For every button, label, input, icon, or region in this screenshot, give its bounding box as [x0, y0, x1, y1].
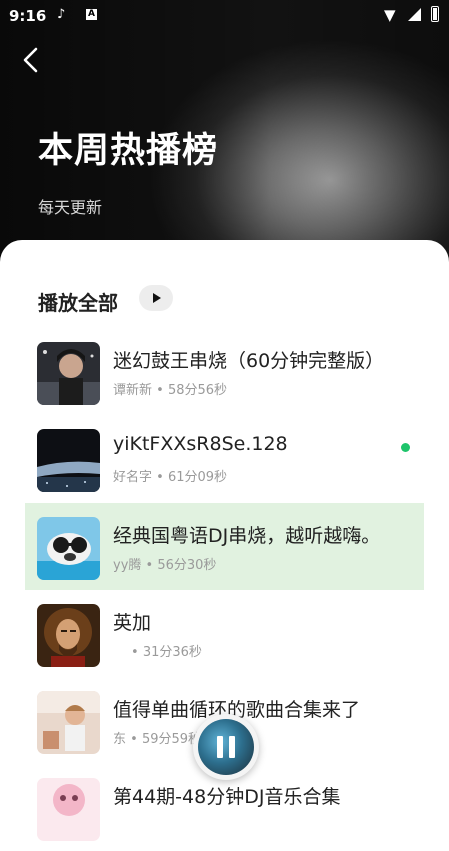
song-cover — [37, 778, 100, 841]
song-meta: 谭新新 • 58分56秒 — [113, 379, 227, 398]
meta-separator: • — [141, 558, 158, 573]
status-time: 9:16 — [9, 7, 47, 25]
meta-separator: • — [126, 732, 142, 747]
meta-separator: • — [152, 470, 168, 485]
song-title: 经典国粤语DJ串烧，越听越嗨。 — [113, 525, 381, 547]
song-duration: 61分09秒 — [167, 470, 228, 485]
song-duration: 31分36秒 — [142, 645, 202, 660]
song-title: yiKtFXXsR8Se.128 — [113, 433, 288, 455]
a-icon: A — [86, 9, 97, 20]
song-artist: 好名字 — [113, 470, 153, 485]
new-indicator-dot — [401, 443, 410, 452]
song-row[interactable]: 英加 • 31分36秒 — [25, 590, 424, 677]
song-cover — [37, 604, 100, 667]
song-row-active[interactable]: 经典国粤语DJ串烧，越听越嗨。 yy腾 • 56分30秒 — [25, 503, 424, 590]
play-all-button[interactable] — [139, 285, 173, 311]
song-meta: 东 • 59分59秒 — [113, 728, 201, 747]
battery-icon — [431, 6, 439, 22]
song-meta: • 31分36秒 — [131, 641, 202, 660]
play-all-label[interactable]: 播放全部 — [38, 287, 118, 316]
song-title: 迷幻鼓王串烧（60分钟完整版） — [113, 350, 385, 372]
song-artist: 东 — [113, 732, 127, 747]
song-cover — [37, 429, 100, 492]
song-meta: 好名字 • 61分09秒 — [113, 466, 227, 485]
song-cover — [37, 517, 100, 580]
song-meta: yy腾 • 56分30秒 — [113, 554, 216, 573]
song-duration: 56分30秒 — [157, 558, 217, 573]
song-row[interactable]: 迷幻鼓王串烧（60分钟完整版） 谭新新 • 58分56秒 — [25, 328, 424, 415]
song-title: 第44期-48分钟DJ音乐合集 — [113, 786, 341, 808]
song-title: 英加 — [113, 612, 152, 634]
status-bar: 9:16 ♪ A ▼ — [0, 0, 449, 32]
chevron-left-icon — [23, 47, 38, 73]
signal-icon — [408, 8, 421, 21]
wifi-icon: ▼ — [384, 6, 396, 24]
pause-icon[interactable] — [216, 736, 236, 758]
tiktok-icon: ♪ — [57, 7, 66, 22]
song-artist: 谭新新 — [113, 383, 153, 398]
song-row[interactable]: yiKtFXXsR8Se.128 好名字 • 61分09秒 — [25, 415, 424, 502]
song-cover — [37, 342, 100, 405]
song-artist: yy腾 — [113, 558, 142, 573]
song-cover — [37, 691, 100, 754]
back-button[interactable] — [18, 46, 46, 74]
meta-separator: • — [131, 645, 143, 660]
mini-player[interactable] — [193, 714, 259, 780]
page-title: 本周热播榜 — [38, 131, 219, 171]
meta-separator: • — [152, 383, 168, 398]
song-duration: 58分56秒 — [167, 383, 228, 398]
page-subtitle: 每天更新 — [38, 198, 103, 217]
